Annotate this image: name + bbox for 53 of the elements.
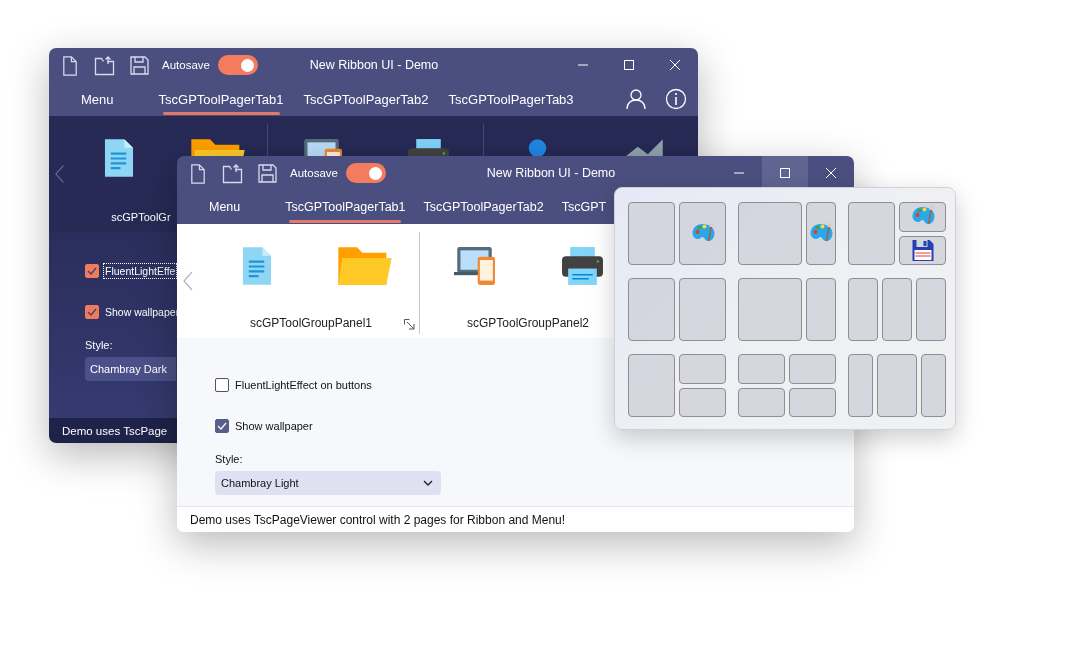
folder-upload-icon (222, 162, 243, 184)
close-icon (669, 59, 681, 71)
checkbox[interactable] (85, 264, 99, 278)
tab[interactable]: TscGPToolPagerTab2 (295, 82, 437, 116)
save-icon (129, 54, 150, 76)
autosave-label: Autosave (290, 167, 338, 179)
style-dropdown[interactable]: Chambray Light (215, 471, 441, 495)
laptop-phone-icon (453, 246, 495, 286)
group-caption: scGPToolGroupPanel1 (249, 316, 373, 330)
group-caption: scGPToolGr (111, 211, 171, 223)
account-icon[interactable] (625, 88, 647, 110)
window-title: New Ribbon UI - Demo (309, 58, 439, 72)
tab[interactable]: TscGPToolPagerTab1 (277, 190, 414, 224)
status-text: Demo uses TscPage (62, 424, 168, 437)
window-title: New Ribbon UI - Demo (486, 166, 616, 180)
checkbox-label: FluentLightEffect on buttons (234, 378, 373, 392)
tab[interactable]: TscGPToolPagerTab3 (440, 82, 582, 116)
folder-icon (337, 246, 393, 286)
scroll-left-icon (55, 164, 65, 184)
scroll-left-icon (183, 271, 193, 291)
new-file-icon (60, 54, 80, 76)
info-icon[interactable] (665, 88, 687, 110)
document-icon (242, 246, 272, 286)
folder-upload-icon (94, 54, 115, 76)
style-label: Style: (85, 339, 113, 351)
maximize-icon (779, 167, 791, 179)
snap-zone[interactable] (899, 235, 946, 265)
new-file-icon (188, 162, 208, 184)
dialog-launcher-icon[interactable] (404, 319, 415, 330)
chevron-down-icon (423, 480, 433, 486)
style-dropdown[interactable]: Chambray Dark (85, 357, 176, 381)
checkbox[interactable] (215, 419, 229, 433)
group-caption: scGPToolGroupPanel2 (466, 316, 590, 330)
tab[interactable]: TscGPT (553, 190, 607, 224)
tab[interactable]: TscGPToolPagerTab1 (150, 82, 292, 116)
maximize-button[interactable] (762, 156, 808, 190)
checkbox[interactable] (85, 305, 99, 319)
autosave-label: Autosave (162, 59, 210, 71)
status-text: Demo uses TscPageViewer control with 2 pages for Ribbon and Menu! (190, 512, 566, 527)
save-icon (257, 162, 278, 184)
autosave-toggle[interactable] (217, 55, 258, 75)
tab[interactable]: Menu (66, 82, 129, 116)
autosave-toggle[interactable] (345, 163, 386, 183)
printer-icon (560, 246, 604, 286)
checkbox-label: FluentLightEffe (104, 264, 177, 278)
checkbox[interactable] (215, 378, 229, 392)
maximize-icon (623, 59, 635, 71)
tab[interactable]: TscGPToolPagerTab2 (415, 190, 552, 224)
style-label: Style: (215, 453, 243, 465)
document-icon (103, 138, 134, 178)
checkbox-label: Show wallpaper (234, 419, 314, 433)
tab[interactable]: Menu (194, 190, 256, 224)
close-icon (825, 167, 837, 179)
